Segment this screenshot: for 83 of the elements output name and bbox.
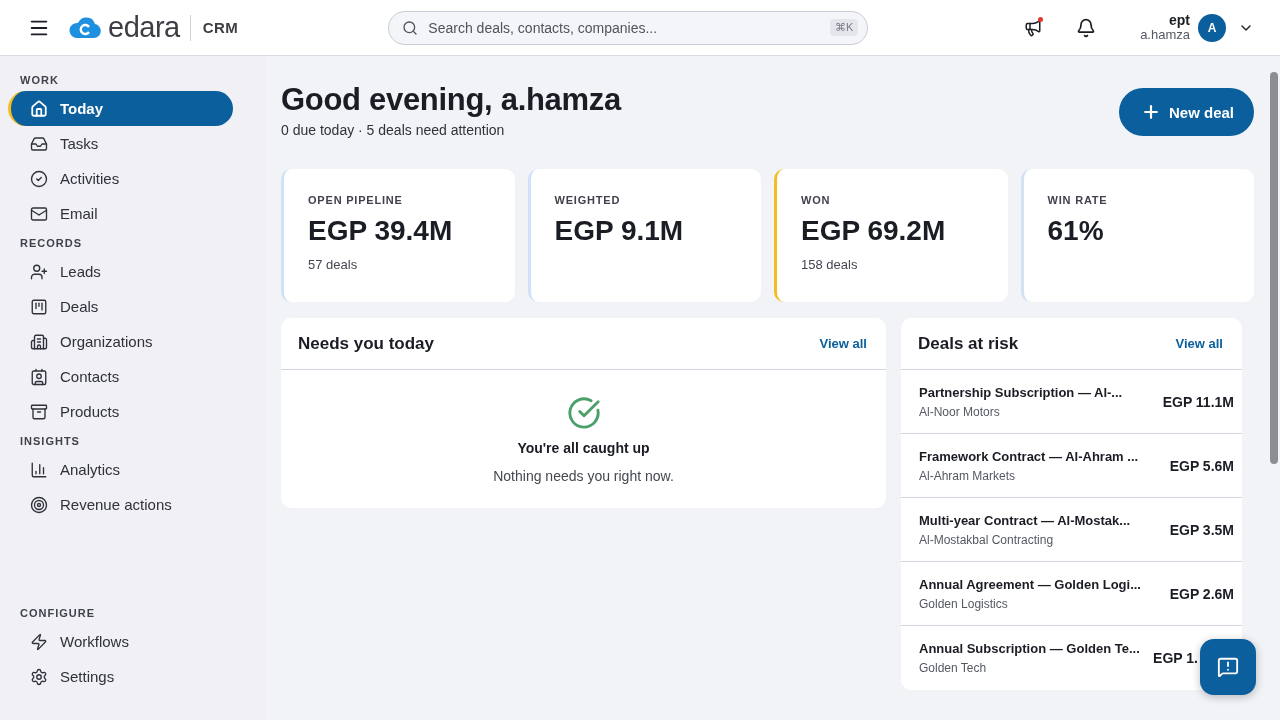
sidebar-item[interactable]: Settings bbox=[8, 659, 233, 694]
stat-value: EGP 39.4M bbox=[308, 215, 454, 247]
logo-text: edara bbox=[108, 11, 180, 44]
cloud-logo-icon bbox=[68, 15, 102, 40]
target-icon bbox=[30, 495, 48, 514]
sidebar-item[interactable]: Leads bbox=[8, 254, 233, 289]
new-deal-button[interactable]: New deal bbox=[1118, 88, 1254, 136]
deal-amount: EGP 3.5M bbox=[1168, 521, 1234, 538]
check-circle-icon bbox=[30, 169, 48, 188]
stat-value: EGP 69.2M bbox=[801, 215, 947, 247]
deal-name: Annual Agreement — Golden Logi... bbox=[919, 576, 1142, 592]
stat-value: 61% bbox=[1047, 215, 1105, 247]
empty-state-text: Nothing needs you right now. bbox=[493, 468, 674, 484]
sidebar-section-title: RECORDS bbox=[19, 237, 83, 251]
check-circle-icon bbox=[566, 396, 601, 430]
inbox-icon bbox=[30, 134, 48, 153]
panel-title: Deals at risk bbox=[918, 333, 1019, 354]
stat-label: WEIGHTED bbox=[554, 194, 622, 206]
feedback-button[interactable] bbox=[1200, 639, 1256, 695]
sidebar-item[interactable]: Organizations bbox=[8, 324, 233, 359]
home-icon bbox=[30, 99, 48, 118]
greeting-subtitle: 0 due today · 5 deals need attention bbox=[281, 122, 506, 138]
sidebar-item[interactable]: Activities bbox=[8, 161, 233, 196]
stat-label: OPEN PIPELINE bbox=[308, 194, 404, 206]
deal-name: Multi-year Contract — Al-Mostak... bbox=[919, 512, 1132, 528]
panel-title: Needs you today bbox=[298, 333, 435, 354]
sidebar-item[interactable]: Tasks bbox=[8, 126, 233, 161]
message-alert-icon bbox=[1217, 656, 1239, 678]
contact-card-icon bbox=[30, 367, 48, 386]
deal-company: Al-Mostakbal Contracting bbox=[919, 532, 1055, 547]
stat-label: WIN RATE bbox=[1047, 194, 1109, 206]
stat-note: 57 deals bbox=[308, 257, 359, 272]
sidebar-item[interactable]: Analytics bbox=[8, 452, 233, 487]
deal-company: Al-Ahram Markets bbox=[919, 468, 1017, 483]
deal-amount: EGP 1. bbox=[1153, 650, 1198, 666]
sidebar-item[interactable]: Revenue actions bbox=[8, 487, 233, 522]
deal-amount: EGP 5.6M bbox=[1168, 457, 1234, 474]
deal-amount: EGP 2.6M bbox=[1168, 585, 1234, 602]
search-icon bbox=[402, 19, 419, 36]
deal-company: Golden Tech bbox=[919, 661, 988, 675]
deal-row[interactable]: Framework Contract — Al-Ahram ... Al-Ahram Markets EGP 5.6M bbox=[901, 434, 1242, 498]
user-name: a.hamza bbox=[1140, 28, 1190, 43]
deal-row[interactable]: Multi-year Contract — Al-Mostak... Al-Mostakbal Contracting EGP 3.5M bbox=[901, 498, 1242, 562]
mail-icon bbox=[30, 204, 48, 223]
deal-name: Framework Contract — Al-Ahram ... bbox=[919, 448, 1140, 464]
deal-company: Al-Noor Motors bbox=[919, 404, 1001, 419]
notifications-button[interactable] bbox=[1076, 17, 1097, 38]
empty-state-title: You're all caught up bbox=[517, 440, 650, 456]
deal-row[interactable]: Annual Subscription — Golden Te... Golden Tech EGP 1. bbox=[901, 626, 1198, 690]
settings-icon bbox=[30, 667, 48, 686]
organization-name: ept bbox=[1169, 12, 1190, 29]
sidebar-item[interactable]: Products bbox=[8, 394, 233, 429]
deal-amount: EGP 11.1M bbox=[1161, 393, 1234, 410]
deal-name: Partnership Subscription — Al-... bbox=[919, 384, 1124, 400]
deal-row[interactable]: Partnership Subscription — Al-... Al-Noor Motors EGP 11.1M bbox=[901, 370, 1242, 434]
deal-company: Golden Logistics bbox=[919, 596, 1009, 611]
view-all-link[interactable]: View all bbox=[819, 336, 867, 351]
board-icon bbox=[30, 297, 48, 316]
user-avatar[interactable]: A bbox=[1198, 13, 1226, 42]
lightning-icon bbox=[30, 632, 48, 651]
bar-chart-icon bbox=[30, 460, 48, 479]
deal-row[interactable]: Annual Agreement — Golden Logi... Golden Logistics EGP 2.6M bbox=[901, 562, 1242, 626]
deal-name: Annual Subscription — Golden Te... bbox=[919, 641, 1141, 656]
product-name: CRM bbox=[202, 19, 239, 36]
stat-value: EGP 9.1M bbox=[554, 215, 685, 247]
sidebar-section-title: WORK bbox=[19, 74, 60, 88]
stat-label: WON bbox=[801, 194, 832, 206]
sidebar-item[interactable]: Deals bbox=[8, 289, 233, 324]
sidebar-item[interactable]: Workflows bbox=[8, 624, 233, 659]
sidebar-item[interactable]: Today bbox=[8, 91, 233, 126]
user-plus-icon bbox=[30, 262, 48, 281]
archive-box-icon bbox=[30, 402, 48, 421]
sidebar-section-title: CONFIGURE bbox=[19, 607, 96, 621]
building-icon bbox=[30, 332, 48, 351]
announcements-button[interactable] bbox=[1024, 18, 1043, 37]
sidebar-item[interactable]: Email bbox=[8, 196, 233, 231]
bell-icon bbox=[1076, 17, 1097, 38]
sidebar-section-title: INSIGHTS bbox=[19, 435, 81, 449]
view-all-link[interactable]: View all bbox=[1175, 336, 1223, 351]
megaphone-icon bbox=[1024, 18, 1043, 37]
sidebar-item[interactable]: Contacts bbox=[8, 359, 233, 394]
greeting-title: Good evening, a.hamza bbox=[281, 82, 621, 118]
stat-note: 158 deals bbox=[801, 257, 859, 272]
